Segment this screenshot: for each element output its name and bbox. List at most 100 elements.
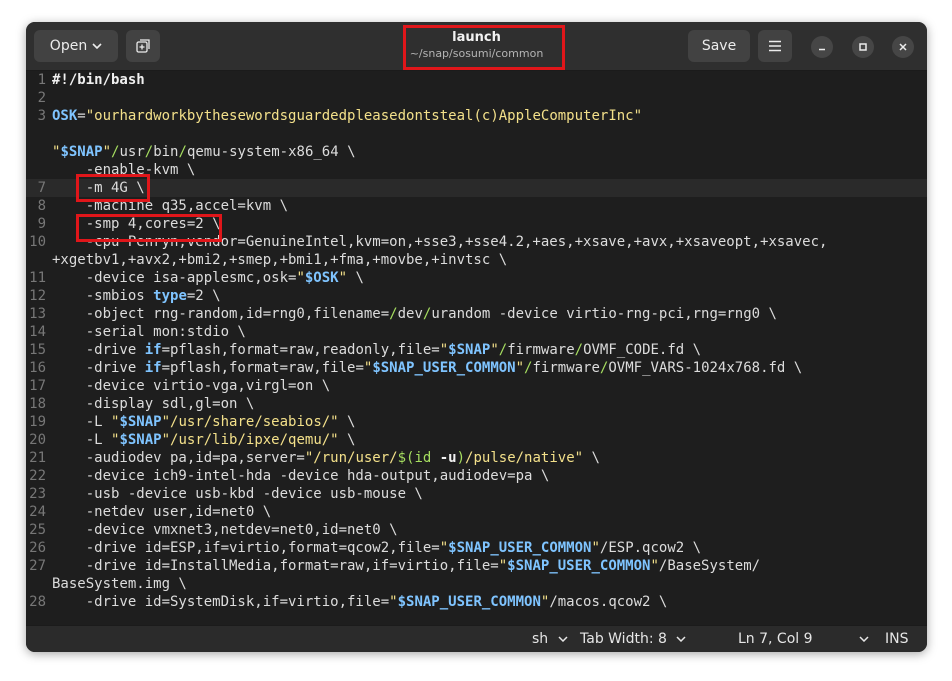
code-token: -drive id=SystemDisk,if=virtio,file= xyxy=(52,594,390,610)
code-token: \ xyxy=(347,270,364,286)
code-token: -drive id=ESP,if=virtio,format=qcow2,fil… xyxy=(52,540,440,556)
code-line[interactable]: 23 -usb -device usb-kbd -device usb-mous… xyxy=(26,485,927,503)
code-line[interactable]: 28 -drive id=SystemDisk,if=virtio,file="… xyxy=(26,593,927,611)
code-token: -device virtio-vga,virgl=on \ xyxy=(52,378,331,394)
code-token: " xyxy=(102,144,112,160)
code-line[interactable]: 14 -serial mon:stdio \ xyxy=(26,323,927,341)
insert-mode-indicator[interactable]: INS xyxy=(885,631,909,647)
code-token: if xyxy=(144,342,162,358)
minimize-icon xyxy=(819,48,825,51)
code-line[interactable]: 2 xyxy=(26,89,927,107)
code-token: -device ich9-intel-hda -device hda-outpu… xyxy=(52,468,550,484)
code-line[interactable]: -enable-kvm \ xyxy=(26,161,927,179)
code-token: " xyxy=(338,270,348,286)
code-token: -L xyxy=(52,414,112,430)
code-token: /macos.qcow2 \ xyxy=(549,594,668,610)
code-line[interactable]: 1 #!/bin/bash xyxy=(26,71,927,89)
code-line[interactable]: +xgetbv1,+avx2,+bmi2,+smep,+bmi1,+fma,+m… xyxy=(26,251,927,269)
code-line[interactable]: "$SNAP"/usr/bin/qemu-system-x86_64 \ xyxy=(26,143,927,161)
tab-width-selector[interactable]: Tab Width: 8 xyxy=(580,631,686,647)
line-number: 20 xyxy=(29,432,46,448)
chevron-down-icon xyxy=(558,636,568,642)
code-token: urandom -device virtio-rng-pci,rng=rng0 … xyxy=(431,306,777,322)
code-line[interactable]: 7 -m 4G \ xyxy=(26,179,927,197)
code-text: -device vmxnet3,netdev=net0,id=net0 \ xyxy=(52,521,398,539)
header-bar: Open launch ~/snap/sosumi/common Save xyxy=(26,22,927,71)
save-button[interactable]: Save xyxy=(688,30,750,62)
code-token: " xyxy=(515,360,525,376)
code-text: -audiodev pa,id=pa,server="/run/user/$(i… xyxy=(52,449,600,467)
maximize-button[interactable] xyxy=(852,36,874,58)
code-line[interactable]: 18 -display sdl,gl=on \ xyxy=(26,395,927,413)
close-button[interactable] xyxy=(892,36,914,58)
code-line[interactable]: 25 -device vmxnet3,netdev=net0,id=net0 \ xyxy=(26,521,927,539)
code-token: -m 4G \ xyxy=(52,180,145,196)
code-token: " xyxy=(296,270,305,286)
line-number: 24 xyxy=(29,504,46,520)
code-line[interactable]: 12 -smbios type=2 \ xyxy=(26,287,927,305)
code-line[interactable]: 11 -device isa-applesmc,osk="$OSK" \ xyxy=(26,269,927,287)
code-text: #!/bin/bash xyxy=(52,71,145,89)
code-line[interactable]: 20 -L "$SNAP"/usr/lib/ipxe/qemu/" \ xyxy=(26,431,927,449)
menu-button[interactable] xyxy=(758,30,792,62)
code-token: =2 \ xyxy=(186,288,221,304)
code-token: -machine q35,accel=kvm \ xyxy=(52,198,289,214)
text-editor[interactable]: 1 #!/bin/bash 2 3 OSK="ourhardworkbythesewor… xyxy=(26,71,927,625)
line-number: 21 xyxy=(29,450,46,466)
code-token: " xyxy=(650,558,659,574)
code-token: / xyxy=(498,342,508,358)
language-label: sh xyxy=(532,631,549,647)
code-text: -cpu Penryn,vendor=GenuineIntel,kvm=on,+… xyxy=(52,233,828,251)
code-line[interactable]: BaseSystem.img \ xyxy=(26,575,927,593)
code-token: -L xyxy=(52,432,112,448)
code-line[interactable]: 9 -smp 4,cores=2 \ xyxy=(26,215,927,233)
code-line[interactable]: 21 -audiodev pa,id=pa,server="/run/user/… xyxy=(26,449,927,467)
code-line[interactable]: 22 -device ich9-intel-hda -device hda-ou… xyxy=(26,467,927,485)
code-line[interactable]: 3 OSK="ourhardworkbythesewordsguardedplea… xyxy=(26,107,927,125)
language-selector[interactable]: sh xyxy=(532,631,568,647)
line-number: 9 xyxy=(37,216,46,232)
code-token: $SNAP xyxy=(60,144,103,160)
code-line[interactable]: 16 -drive if=pflash,format=raw,file= "$SN… xyxy=(26,359,927,377)
code-line[interactable]: 24 -netdev user,id=net0 \ xyxy=(26,503,927,521)
code-text: -device ich9-intel-hda -device hda-outpu… xyxy=(52,467,550,485)
editor-window: Open launch ~/snap/sosumi/common Save 1 #… xyxy=(26,22,927,652)
code-line[interactable]: 27 -drive id=InstallMedia,format=raw,if=… xyxy=(26,557,927,575)
code-line[interactable]: 13 -object rng-random,id=rng0,filename=/… xyxy=(26,305,927,323)
code-text: +xgetbv1,+avx2,+bmi2,+smep,+bmi1,+fma,+m… xyxy=(52,251,507,269)
line-number: 3 xyxy=(37,108,46,124)
code-line[interactable]: 10 -cpu Penryn,vendor=GenuineIntel,kvm=o… xyxy=(26,233,927,251)
code-token: BaseSystem.img \ xyxy=(52,576,187,592)
code-line[interactable]: 8 -machine q35,accel=kvm \ xyxy=(26,197,927,215)
minimize-button[interactable] xyxy=(811,36,833,58)
code-token: -cpu Penryn,vendor=GenuineIntel,kvm=on,+… xyxy=(52,234,828,250)
code-line[interactable]: 17 -device virtio-vga,virgl=on \ xyxy=(26,377,927,395)
chevron-down-icon xyxy=(859,636,869,642)
code-token: / xyxy=(144,144,154,160)
code-line[interactable]: 15 -drive if=pflash,format=raw,readonly,… xyxy=(26,341,927,359)
code-text: -display sdl,gl=on \ xyxy=(52,395,255,413)
cursor-position-selector[interactable]: Ln 7, Col 9 xyxy=(738,631,869,647)
code-token: -object rng-random,id=rng0,filename= xyxy=(52,306,390,322)
code-token: -display sdl,gl=on \ xyxy=(52,396,255,412)
code-text: -machine q35,accel=kvm \ xyxy=(52,197,288,215)
line-number: 15 xyxy=(29,342,46,358)
line-number: 12 xyxy=(29,288,46,304)
code-text: -m 4G \ xyxy=(52,179,145,197)
code-line[interactable]: 26 -drive id=ESP,if=virtio,format=qcow2,… xyxy=(26,539,927,557)
hamburger-menu-icon xyxy=(769,40,781,52)
code-line[interactable]: 19 -L "$SNAP"/usr/share/seabios/" \ xyxy=(26,413,927,431)
line-number: 18 xyxy=(29,396,46,412)
code-token: /pulse/native" xyxy=(465,450,584,466)
cursor-position-label: Ln 7, Col 9 xyxy=(738,631,813,647)
line-number: 25 xyxy=(29,522,46,538)
code-token: / xyxy=(178,144,187,160)
code-token: OVMF_VARS-1024x768.fd \ xyxy=(608,360,803,376)
code-line[interactable] xyxy=(26,125,927,143)
code-token: -device vmxnet3,netdev=net0,id=net0 \ xyxy=(52,522,398,538)
code-token: \ xyxy=(338,432,356,448)
code-token: $SNAP xyxy=(119,432,162,448)
code-token: $(id xyxy=(397,450,432,466)
chevron-down-icon xyxy=(676,636,686,642)
code-token: -u xyxy=(439,450,457,466)
